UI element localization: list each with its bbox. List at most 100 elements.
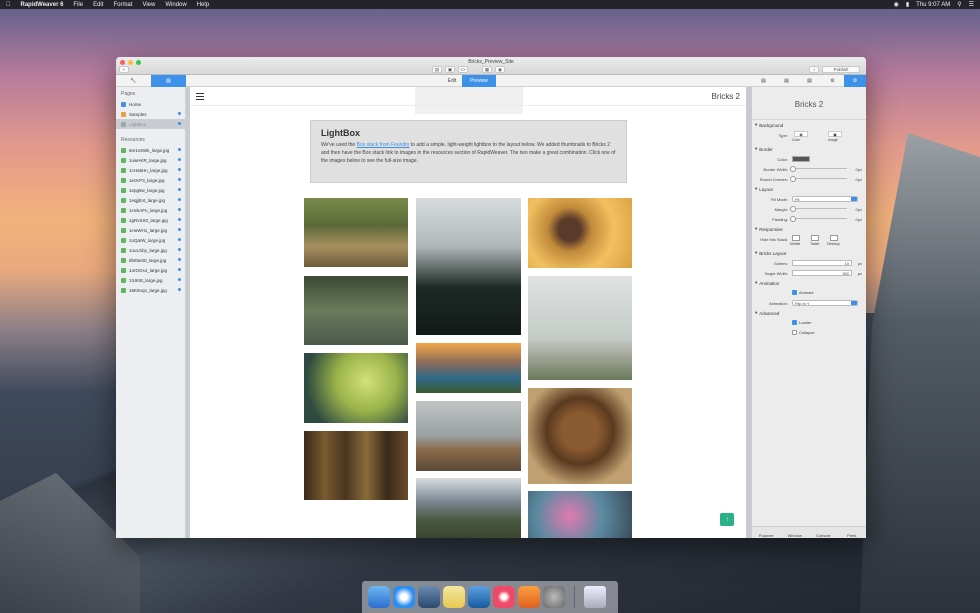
page-item-lightbox[interactable]: Lightbox [116, 119, 185, 129]
page-icon[interactable]: ▤ [151, 75, 186, 87]
page-item-home[interactable]: Home [116, 99, 185, 109]
media-icon[interactable]: ▣ [445, 66, 455, 73]
photo-leaf[interactable] [304, 353, 408, 423]
inspector-settings-icon[interactable]: ⚙ [821, 75, 844, 87]
battery-icon[interactable]: ▮ [906, 1, 909, 8]
photo-foggy-field[interactable] [416, 401, 521, 471]
section-background[interactable]: ▾ Background [752, 120, 866, 130]
resource-item[interactable]: 16K9oqn_large.jpg [116, 285, 185, 295]
notes-icon[interactable] [443, 586, 465, 608]
photo-girl-field[interactable] [528, 198, 632, 268]
search-icon[interactable]: ⚲ [957, 1, 961, 8]
fill-mode-select[interactable]: Fit [792, 196, 858, 202]
image-type-icon[interactable]: ▣ [828, 131, 842, 137]
hamburger-icon[interactable] [196, 93, 204, 102]
mobile-icon[interactable] [792, 235, 800, 241]
border-width-slider[interactable] [790, 166, 847, 172]
photo-bare-tree[interactable] [528, 276, 632, 380]
resource-item[interactable]: 1owHKR_large.jpg [116, 155, 185, 165]
border-color-swatch[interactable] [792, 156, 810, 162]
prefs-button[interactable]: Prefs [838, 527, 867, 538]
tab-preview[interactable]: Preview [462, 75, 496, 87]
resource-item[interactable]: 1HvkAFn_large.jpg [116, 205, 185, 215]
ibooks-icon[interactable] [518, 586, 540, 608]
resource-item[interactable]: 1ecKP3_large.jpg [116, 175, 185, 185]
safari-icon[interactable] [393, 586, 415, 608]
section-layout[interactable]: ▾ Layout [752, 184, 866, 194]
target-width-input[interactable]: 300 [792, 270, 852, 276]
animate-checkbox[interactable]: Animate [792, 290, 814, 295]
window-button[interactable]: Window [781, 527, 810, 538]
resource-item[interactable]: 1HuWH1_large.jpg [116, 225, 185, 235]
inspector-page-icon[interactable]: ▤ [775, 75, 798, 87]
outline-icon[interactable]: ▤ [432, 66, 442, 73]
photo-deer-stream[interactable] [304, 276, 408, 345]
itunes-icon[interactable] [493, 586, 515, 608]
apple-icon[interactable]:  [6, 2, 11, 8]
menu-format[interactable]: Format [113, 2, 132, 8]
add-icon[interactable]: + [119, 66, 129, 73]
wifi-icon[interactable]: ◉ [894, 1, 899, 8]
padding-slider[interactable] [790, 216, 847, 222]
color-type-icon[interactable]: ◉ [794, 131, 808, 137]
photo-hills[interactable] [416, 478, 521, 538]
menu-file[interactable]: File [73, 2, 83, 8]
grid-icon[interactable]: ▦ [482, 66, 492, 73]
wrench-icon[interactable]: 🔧 [116, 75, 151, 87]
menu-clock[interactable]: Thu 9:07 AM [916, 2, 950, 8]
trash-icon[interactable] [584, 586, 606, 608]
photo-lake-mountains[interactable] [416, 343, 521, 393]
page-item-samples[interactable]: Samples [116, 109, 185, 119]
resource-item[interactable]: 1IUK8t_large.jpg [116, 275, 185, 285]
resource-item[interactable]: 8bIt5e00_large.jpg [116, 255, 185, 265]
round-corners-slider[interactable] [790, 176, 847, 182]
animation-select[interactable]: Flip In Y [792, 300, 858, 306]
section-border[interactable]: ▾ Border [752, 144, 866, 154]
scroll-top-button[interactable]: ↑ [720, 513, 734, 526]
inspector-header-icon[interactable]: ▤ [798, 75, 821, 87]
menu-window[interactable]: Window [165, 2, 186, 8]
desktop-icon[interactable] [830, 235, 838, 241]
menu-view[interactable]: View [142, 2, 155, 8]
gutters-input[interactable]: 10 [792, 260, 852, 266]
publish-button[interactable]: Publish [822, 66, 860, 73]
inspector-general-icon[interactable]: ▤ [752, 75, 775, 87]
list-icon[interactable]: ☰ [969, 1, 974, 8]
photo-blossoms[interactable] [528, 491, 632, 538]
globe-icon[interactable]: ◉ [495, 66, 505, 73]
mail-icon[interactable] [418, 586, 440, 608]
menu-help[interactable]: Help [197, 2, 209, 8]
resource-item[interactable]: 1ouU1by_large.jpg [116, 245, 185, 255]
system-preferences-icon[interactable] [543, 586, 565, 608]
collapse-checkbox[interactable]: Collapse [792, 330, 815, 335]
section-bricks-layout[interactable]: ▾ Bricks Layout [752, 248, 866, 258]
resource-item[interactable]: 1gRvSS0_large.jpg [116, 215, 185, 225]
foundry-link[interactable]: Box stack from Foundry [357, 142, 410, 148]
inspector-stacks-icon[interactable]: ⚙ [844, 75, 866, 87]
loader-checkbox[interactable]: Loader [792, 320, 811, 325]
resource-item[interactable]: 1epg5w_large.jpg [116, 185, 185, 195]
resource-item[interactable]: 1oQaIW_large.jpg [116, 235, 185, 245]
tab-edit[interactable]: Edit [442, 75, 462, 87]
photo-misty-pines[interactable] [416, 198, 521, 335]
tablet-icon[interactable] [811, 235, 819, 241]
resource-item[interactable]: 1cHa5Hn_large.jpg [116, 165, 185, 175]
photo-bear[interactable] [528, 388, 632, 484]
info-icon[interactable]: i [809, 66, 819, 73]
section-advanced[interactable]: ▾ Advanced [752, 308, 866, 318]
console-button[interactable]: Console [809, 527, 838, 538]
code-icon[interactable]: <> [458, 66, 468, 73]
finder-icon[interactable] [368, 586, 390, 608]
section-animation[interactable]: ▾ Animation [752, 278, 866, 288]
margin-slider[interactable] [790, 206, 847, 212]
popover-button[interactable]: Popover [752, 527, 781, 538]
menu-app-name[interactable]: RapidWeaver 6 [21, 2, 64, 8]
section-responsive[interactable]: ▾ Responsive [752, 224, 866, 234]
photo-hiker-boots[interactable] [304, 198, 408, 267]
photo-forest[interactable] [304, 431, 408, 500]
resource-item[interactable]: 1eqjjEnt_large.jpg [116, 195, 185, 205]
resource-item[interactable]: 14rOGs4_large.jpg [116, 265, 185, 275]
resource-item[interactable]: 6m1vSWk_large.jpg [116, 145, 185, 155]
rapidweaver-icon[interactable] [468, 586, 490, 608]
menu-edit[interactable]: Edit [93, 2, 103, 8]
